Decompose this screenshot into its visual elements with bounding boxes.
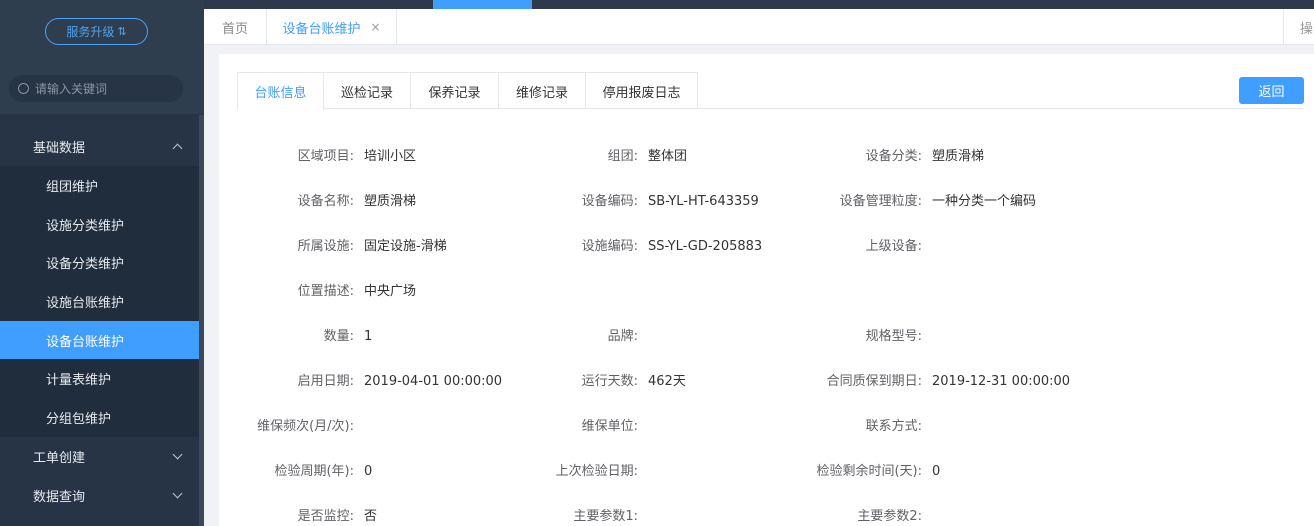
sidebar-menu: 基础数据 组团维护 设施分类维护 设备分类维护 设施台账维护 设备台账维护 计量… xyxy=(0,127,199,515)
sidebar-item-label: 设备台账维护 xyxy=(46,334,125,350)
field-value: 固定设施-滑梯 xyxy=(364,239,447,254)
field-label: 检验周期(年): xyxy=(274,464,354,479)
field-label: 设备名称: xyxy=(297,194,354,209)
tab-label: 停用报废日志 xyxy=(602,85,681,101)
sidebar-item-equipment-ledger[interactable]: 设备台账维护 xyxy=(0,320,199,360)
field-value: SS-YL-GD-205883 xyxy=(648,239,763,254)
tab-label: 维修记录 xyxy=(515,85,568,101)
field-label: 设施编码: xyxy=(581,239,638,254)
tab-bar: 首页 设备台账维护 × 操 xyxy=(204,9,1314,45)
service-upgrade-button[interactable]: 服务升级 ⇅ xyxy=(45,18,148,45)
field-label: 设备编码: xyxy=(581,194,638,209)
field-value: 0 xyxy=(932,464,941,479)
top-nav-strip xyxy=(204,0,1314,9)
tab-home-label: 首页 xyxy=(221,21,248,37)
field-value: 培训小区 xyxy=(364,149,417,164)
field-label: 品牌: xyxy=(607,329,638,344)
chevron-down-icon xyxy=(172,449,183,460)
sidebar-item-label: 设施分类维护 xyxy=(46,218,125,234)
field-value: 整体团 xyxy=(648,149,688,164)
tab-ledger-info[interactable]: 台账信息 xyxy=(238,73,324,110)
field-value: 塑质滑梯 xyxy=(932,149,985,164)
tab-repair-records[interactable]: 维修记录 xyxy=(499,73,586,109)
search-icon xyxy=(18,83,29,94)
field-label: 上次检验日期: xyxy=(555,464,638,479)
sidebar-search[interactable] xyxy=(9,75,183,102)
sidebar-item-label: 设备分类维护 xyxy=(46,257,125,273)
menu-group-data-query[interactable]: 数据查询 xyxy=(0,476,199,515)
sidebar-item-label: 计量表维护 xyxy=(46,373,112,389)
detail-card: 台账信息 巡检记录 保养记录 维修记录 停用报废日志 返回 区域项目: 培训小区 组… xyxy=(219,54,1314,526)
sidebar-item-label: 设施台账维护 xyxy=(46,295,125,311)
sidebar-item-group-maintenance[interactable]: 组团维护 xyxy=(0,166,199,205)
field-label: 组团: xyxy=(607,149,638,164)
field-label: 位置描述: xyxy=(297,284,354,299)
field-label: 合同质保到期日: xyxy=(826,374,922,389)
chevron-up-icon xyxy=(172,143,183,154)
sidebar-item-equipment-category[interactable]: 设备分类维护 xyxy=(0,243,199,283)
field-value: 2019-04-01 00:00:00 xyxy=(364,374,503,389)
tab-operations-label: 操 xyxy=(1300,21,1314,37)
tab-label: 保养记录 xyxy=(428,85,481,101)
detail-tabs: 台账信息 巡检记录 保养记录 维修记录 停用报废日志 xyxy=(237,72,698,110)
sidebar-item-meter-maintenance[interactable]: 计量表维护 xyxy=(0,359,199,399)
sidebar-item-facility-category[interactable]: 设施分类维护 xyxy=(0,204,199,244)
tab-inspection-records[interactable]: 巡检记录 xyxy=(324,73,411,109)
tab-maintenance-records[interactable]: 保养记录 xyxy=(411,73,499,109)
back-button[interactable]: 返回 xyxy=(1239,77,1304,104)
tab-home[interactable]: 首页 xyxy=(204,9,267,45)
menu-group-label: 基础数据 xyxy=(33,141,86,156)
menu-group-basic-data[interactable]: 基础数据 xyxy=(0,127,199,166)
field-value: 否 xyxy=(364,509,378,524)
sidebar-search-input[interactable] xyxy=(35,81,175,96)
field-label: 是否监控: xyxy=(297,509,354,524)
field-value: 1 xyxy=(364,329,373,344)
chevron-down-icon xyxy=(172,488,183,499)
field-value: 塑质滑梯 xyxy=(364,194,417,209)
sidebar: 服务升级 ⇅ 基础数据 组团维护 设施分类维护 设备分类维护 设施台账维护 设备… xyxy=(0,0,204,526)
field-label: 设备管理粒度: xyxy=(839,194,922,209)
field-value: 一种分类一个编码 xyxy=(932,194,1037,209)
tab-decommission-log[interactable]: 停用报废日志 xyxy=(586,73,697,109)
field-label: 所属设施: xyxy=(297,239,354,254)
field-label: 联系方式: xyxy=(865,419,922,434)
field-label: 主要参数1: xyxy=(573,509,638,524)
top-nav-active-indicator xyxy=(433,0,532,9)
close-icon[interactable]: × xyxy=(370,20,380,34)
field-label: 启用日期: xyxy=(297,374,354,389)
field-label: 维保单位: xyxy=(581,419,638,434)
field-label: 规格型号: xyxy=(865,329,922,344)
tab-current-label: 设备台账维护 xyxy=(282,21,361,37)
tab-equipment-ledger[interactable]: 设备台账维护 × xyxy=(267,9,397,45)
field-label: 区域项目: xyxy=(297,149,354,164)
field-label: 运行天数: xyxy=(581,374,638,389)
field-value: 2019-12-31 00:00:00 xyxy=(932,374,1071,389)
field-value: 0 xyxy=(364,464,373,479)
field-label: 设备分类: xyxy=(865,149,922,164)
menu-group-label: 工单创建 xyxy=(33,450,86,466)
field-label: 主要参数2: xyxy=(857,509,922,524)
field-label: 检验剩余时间(天): xyxy=(816,464,922,479)
menu-group-label: 数据查询 xyxy=(33,489,86,505)
tab-label: 巡检记录 xyxy=(340,85,393,101)
service-upgrade-label: 服务升级 xyxy=(66,25,115,39)
field-value: SB-YL-HT-643359 xyxy=(648,194,759,209)
menu-group-work-order[interactable]: 工单创建 xyxy=(0,437,199,476)
sidebar-item-label: 组团维护 xyxy=(46,179,99,195)
sidebar-scrollbar[interactable] xyxy=(199,115,204,526)
field-label: 上级设备: xyxy=(865,239,922,254)
sidebar-item-facility-ledger[interactable]: 设施台账维护 xyxy=(0,282,199,321)
swap-arrows-icon: ⇅ xyxy=(117,26,127,38)
field-value: 462天 xyxy=(648,374,686,389)
tab-label: 台账信息 xyxy=(254,86,307,101)
sidebar-item-package-maintenance[interactable]: 分组包维护 xyxy=(0,398,199,437)
sidebar-header: 服务升级 ⇅ xyxy=(0,0,204,114)
field-label: 维保频次(月/次): xyxy=(257,419,354,434)
tab-operations[interactable]: 操 xyxy=(1283,9,1314,45)
field-label: 数量: xyxy=(323,329,354,344)
sidebar-item-label: 分组包维护 xyxy=(46,411,112,427)
tabs-divider xyxy=(237,108,1303,109)
field-value: 中央广场 xyxy=(364,284,417,299)
